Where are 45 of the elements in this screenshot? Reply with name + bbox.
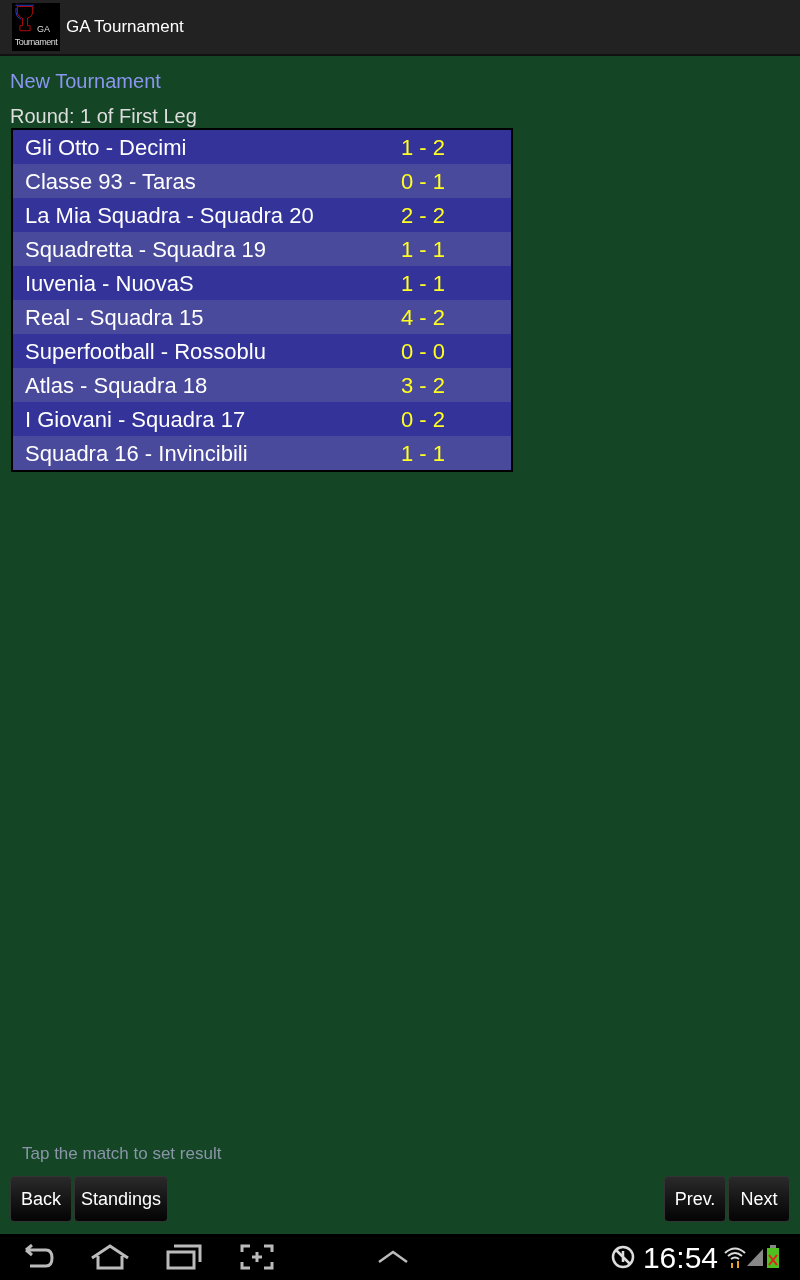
nav-button[interactable]: Next — [728, 1176, 790, 1222]
match-score: 1 - 1 — [401, 269, 446, 298]
match-teams: Iuvenia - NuovaS — [24, 269, 195, 298]
match-score: 4 - 2 — [401, 303, 446, 332]
signal-icon — [746, 1247, 764, 1267]
match-teams: Real - Squadra 15 — [24, 303, 205, 332]
tournament-title: New Tournament — [10, 69, 162, 94]
match-teams: I Giovani - Squadra 17 — [24, 405, 247, 434]
match-score: 0 - 0 — [401, 337, 446, 366]
accessibility-icon — [610, 1245, 635, 1269]
match-teams: Gli Otto - Decimi — [24, 133, 188, 162]
round-label: Round: 1 of First Leg — [10, 104, 198, 128]
clock: 16:54 — [642, 1239, 718, 1276]
match-teams: Squadretta - Squadra 19 — [24, 235, 267, 264]
match-row[interactable]: Squadra 16 - Invincibili 1 - 1 — [13, 436, 511, 470]
match-teams: Superfootball - Rossoblu — [24, 337, 267, 366]
home-icon[interactable] — [90, 1244, 130, 1270]
nav-button[interactable]: Prev. — [664, 1176, 726, 1222]
logo-text: Tournament — [13, 37, 59, 47]
match-row[interactable]: Squadretta - Squadra 19 1 - 1 — [13, 232, 511, 266]
match-teams: La Mia Squadra - Squadra 20 — [24, 201, 315, 230]
match-score: 0 - 2 — [401, 405, 446, 434]
nav-button[interactable]: Standings — [74, 1176, 169, 1222]
nav-button[interactable]: Back — [10, 1176, 72, 1222]
hint-text: Tap the match to set result — [21, 1142, 223, 1165]
match-teams: Squadra 16 - Invincibili — [24, 439, 249, 468]
match-teams: Classe 93 - Taras — [24, 167, 197, 196]
match-score: 2 - 2 — [401, 201, 446, 230]
match-row[interactable]: Classe 93 - Taras 0 - 1 — [13, 164, 511, 198]
match-score: 0 - 1 — [401, 167, 446, 196]
match-score: 1 - 1 — [401, 235, 446, 264]
recent-apps-icon[interactable] — [166, 1244, 202, 1270]
logo-text: GA — [37, 24, 50, 34]
wifi-icon — [724, 1245, 746, 1269]
up-caret-icon[interactable] — [378, 1250, 408, 1264]
match-row[interactable]: Real - Squadra 15 4 - 2 — [13, 300, 511, 334]
match-score: 3 - 2 — [401, 371, 446, 400]
match-score: 1 - 2 — [401, 133, 446, 162]
match-row[interactable]: Atlas - Squadra 18 3 - 2 — [13, 368, 511, 402]
app-title: GA Tournament — [66, 16, 184, 39]
battery-icon — [766, 1245, 780, 1269]
match-teams: Atlas - Squadra 18 — [24, 371, 209, 400]
match-score: 1 - 1 — [401, 439, 446, 468]
screenshot-icon[interactable] — [240, 1244, 274, 1270]
trophy-icon — [14, 4, 36, 32]
